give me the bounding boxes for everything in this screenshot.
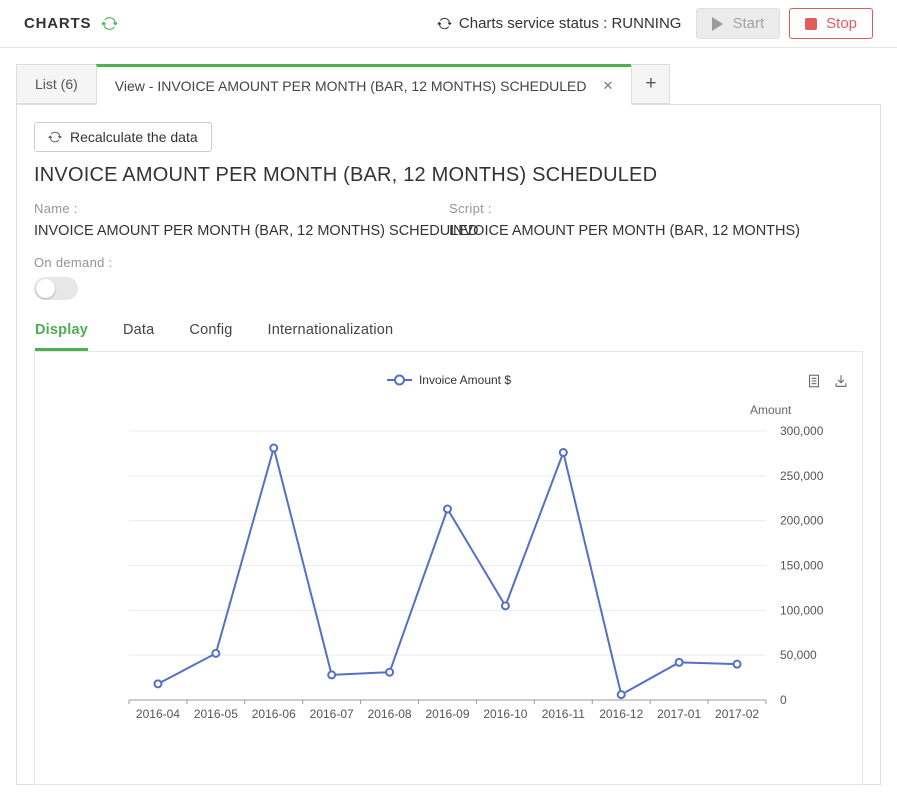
app-title: CHARTS <box>24 15 91 32</box>
on-demand-toggle[interactable] <box>34 277 78 300</box>
svg-text:150,000: 150,000 <box>780 559 824 573</box>
svg-text:2017-02: 2017-02 <box>715 707 759 721</box>
refresh-icon[interactable] <box>101 15 118 32</box>
name-label: Name : <box>34 201 449 216</box>
tab-data[interactable]: Data <box>123 322 154 351</box>
svg-text:0: 0 <box>780 693 787 707</box>
stop-icon <box>805 18 817 30</box>
tab-config[interactable]: Config <box>189 322 232 351</box>
tab-list-label: List (6) <box>35 76 78 92</box>
recalculate-button[interactable]: Recalculate the data <box>34 122 212 152</box>
legend-label: Invoice Amount $ <box>419 373 511 387</box>
tab-view-label: View - INVOICE AMOUNT PER MONTH (BAR, 12… <box>115 78 587 94</box>
tab-list[interactable]: List (6) <box>16 64 97 104</box>
stop-button[interactable]: Stop <box>789 8 873 39</box>
script-label: Script : <box>449 201 800 216</box>
start-button[interactable]: Start <box>696 8 780 39</box>
subtab-bar: Display Data Config Internationalization <box>34 322 863 351</box>
svg-text:2017-01: 2017-01 <box>657 707 701 721</box>
download-icon[interactable] <box>833 373 849 389</box>
svg-text:200,000: 200,000 <box>780 514 824 528</box>
tab-display[interactable]: Display <box>35 322 88 351</box>
view-panel: Recalculate the data INVOICE AMOUNT PER … <box>16 104 881 785</box>
add-tab-button[interactable]: + <box>631 64 670 104</box>
play-icon <box>712 17 723 31</box>
svg-text:2016-05: 2016-05 <box>194 707 238 721</box>
tab-view-active[interactable]: View - INVOICE AMOUNT PER MONTH (BAR, 12… <box>96 64 633 105</box>
toggle-knob <box>36 279 55 298</box>
page-title: INVOICE AMOUNT PER MONTH (BAR, 12 MONTHS… <box>34 164 863 187</box>
tab-internationalization[interactable]: Internationalization <box>268 322 394 351</box>
svg-text:2016-11: 2016-11 <box>542 707 585 721</box>
name-value: INVOICE AMOUNT PER MONTH (BAR, 12 MONTHS… <box>34 223 449 239</box>
svg-text:2016-10: 2016-10 <box>483 707 527 721</box>
recalculate-label: Recalculate the data <box>70 129 198 145</box>
start-button-label: Start <box>732 15 764 32</box>
status-refresh-icon[interactable] <box>437 16 452 31</box>
svg-text:2016-08: 2016-08 <box>368 707 412 721</box>
close-icon[interactable]: ✕ <box>602 78 613 94</box>
service-status-text: Charts service status : RUNNING <box>459 15 682 32</box>
app-header: CHARTS Charts service status : RUNNING S… <box>0 0 897 48</box>
chart-toolbox <box>806 373 849 389</box>
chart-container: Invoice Amount $ 2016-042016-052016-0620… <box>34 351 863 785</box>
legend-line-marker-icon <box>386 374 413 386</box>
line-chart-svg[interactable]: 2016-04 2016-05 2016-06 2016-07 2016-08 2016-… <box>35 352 862 784</box>
svg-text:100,000: 100,000 <box>780 603 824 617</box>
on-demand-label: On demand : <box>34 255 863 270</box>
svg-text:300,000: 300,000 <box>780 424 824 438</box>
svg-text:2016-07: 2016-07 <box>310 707 354 721</box>
data-view-icon[interactable] <box>806 373 822 389</box>
svg-text:2016-06: 2016-06 <box>252 707 296 721</box>
svg-text:Amount: Amount <box>750 403 792 417</box>
svg-text:50,000: 50,000 <box>780 648 817 662</box>
svg-text:250,000: 250,000 <box>780 469 824 483</box>
plus-icon: + <box>645 73 656 95</box>
recalculate-refresh-icon <box>48 130 62 144</box>
tab-strip: List (6) View - INVOICE AMOUNT PER MONTH… <box>16 64 881 104</box>
legend-item[interactable]: Invoice Amount $ <box>35 373 862 387</box>
svg-text:2016-12: 2016-12 <box>599 707 643 721</box>
svg-text:2016-04: 2016-04 <box>136 707 180 721</box>
stop-button-label: Stop <box>826 15 857 32</box>
svg-text:2016-09: 2016-09 <box>425 707 469 721</box>
script-value: INVOICE AMOUNT PER MONTH (BAR, 12 MONTHS… <box>449 223 800 239</box>
